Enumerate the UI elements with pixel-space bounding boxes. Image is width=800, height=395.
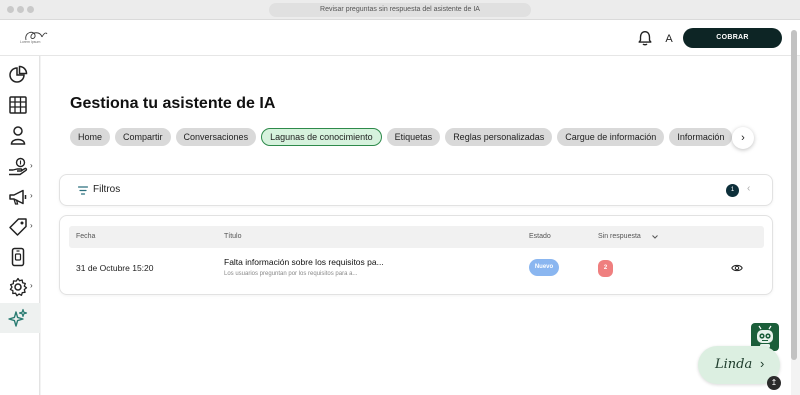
chevron-right-icon: › bbox=[30, 281, 33, 290]
pie-chart-icon bbox=[9, 65, 28, 83]
row-subtitulo: Los usuarios preguntan por los requisito… bbox=[224, 271, 358, 277]
sidebar-item-payments[interactable]: › bbox=[0, 152, 40, 182]
unanswered-count-badge: 2 bbox=[598, 260, 613, 277]
hand-coin-icon bbox=[9, 157, 28, 176]
minimize-window-dot[interactable] bbox=[17, 6, 24, 13]
tab-reglas-personalizadas[interactable]: Reglas personalizadas bbox=[445, 128, 553, 146]
tag-icon bbox=[9, 218, 27, 236]
active-filters-count-badge: 1 bbox=[726, 184, 739, 197]
chevron-right-icon: › bbox=[741, 132, 745, 144]
arrow-up-icon: ↥ bbox=[770, 378, 778, 387]
knowledge-gaps-table: Fecha Título Estado Sin respuesta 31 de … bbox=[59, 215, 773, 295]
gear-icon bbox=[9, 277, 28, 297]
sidebar-item-ai-assistant[interactable] bbox=[0, 303, 40, 333]
user-avatar[interactable]: A bbox=[660, 30, 678, 48]
window-titlebar: Revisar preguntas sin respuesta del asis… bbox=[0, 0, 800, 20]
filters-panel[interactable]: Filtros 1 ‹ bbox=[59, 174, 773, 206]
main-content: Gestiona tu asistente de IA Home Comparti… bbox=[41, 56, 791, 395]
tab-bar: Home Compartir Conversaciones Lagunas de co… bbox=[70, 128, 762, 146]
row-titulo: Falta información sobre los requisitos p… bbox=[224, 257, 384, 267]
tab-conversaciones[interactable]: Conversaciones bbox=[175, 128, 257, 146]
chevron-right-icon: › bbox=[30, 161, 33, 170]
tab-lagunas-de-conocimiento[interactable]: Lagunas de conocimiento bbox=[261, 128, 382, 146]
window-scrollbar[interactable] bbox=[791, 30, 797, 360]
sparkle-icon bbox=[8, 308, 28, 327]
eye-icon[interactable] bbox=[731, 263, 743, 273]
row-fecha: 31 de Octubre 15:20 bbox=[76, 263, 154, 273]
sidebar-item-users[interactable] bbox=[0, 120, 40, 150]
sidebar-item-tags[interactable]: › bbox=[0, 212, 40, 242]
user-icon bbox=[10, 126, 26, 145]
logo-text: Lorem Ipsum bbox=[20, 40, 41, 44]
chevron-right-icon: › bbox=[30, 221, 33, 230]
linda-label: Linda bbox=[715, 357, 753, 372]
megaphone-icon bbox=[9, 189, 27, 205]
app-header: Lorem Ipsum A COBRAR bbox=[0, 20, 800, 56]
sidebar-item-table[interactable] bbox=[0, 90, 40, 120]
page-title: Gestiona tu asistente de IA bbox=[70, 95, 276, 112]
tab-home[interactable]: Home bbox=[70, 128, 111, 146]
filters-label: Filtros bbox=[93, 184, 121, 195]
scroll-top-button[interactable]: ↥ bbox=[767, 376, 781, 390]
close-window-dot[interactable] bbox=[7, 6, 14, 13]
phone-icon bbox=[11, 247, 25, 267]
sidebar-item-devices[interactable] bbox=[0, 242, 40, 272]
sidebar-item-reports[interactable] bbox=[0, 60, 40, 90]
sort-chevron-down-icon[interactable] bbox=[652, 235, 658, 239]
tab-compartir[interactable]: Compartir bbox=[115, 128, 171, 146]
cobrar-button[interactable]: COBRAR bbox=[683, 28, 782, 48]
bell-icon[interactable] bbox=[636, 29, 654, 47]
window-title: Revisar preguntas sin respuesta del asis… bbox=[269, 3, 531, 17]
chevron-right-icon: › bbox=[760, 356, 765, 371]
sidebar: › › › › bbox=[0, 56, 40, 395]
tab-informacion[interactable]: Información bbox=[669, 128, 733, 146]
filter-lines-icon bbox=[78, 186, 88, 195]
sidebar-item-marketing[interactable]: › bbox=[0, 182, 40, 212]
column-header-estado[interactable]: Estado bbox=[529, 233, 551, 240]
tab-cargue-de-informacion[interactable]: Cargue de información bbox=[557, 128, 665, 146]
column-header-fecha[interactable]: Fecha bbox=[76, 233, 95, 240]
table-icon bbox=[9, 96, 27, 114]
status-badge: Nuevo bbox=[529, 259, 559, 276]
zoom-window-dot[interactable] bbox=[27, 6, 34, 13]
table-header-row: Fecha Título Estado Sin respuesta bbox=[69, 226, 764, 248]
tabs-next-button[interactable]: › bbox=[732, 127, 754, 149]
logo[interactable] bbox=[20, 26, 50, 48]
sidebar-item-settings[interactable]: › bbox=[0, 272, 40, 302]
column-header-sin-respuesta[interactable]: Sin respuesta bbox=[598, 233, 641, 240]
chevron-left-icon[interactable]: ‹ bbox=[747, 183, 750, 194]
tab-etiquetas[interactable]: Etiquetas bbox=[386, 128, 441, 146]
column-header-titulo[interactable]: Título bbox=[224, 233, 242, 240]
chevron-right-icon: › bbox=[30, 191, 33, 200]
